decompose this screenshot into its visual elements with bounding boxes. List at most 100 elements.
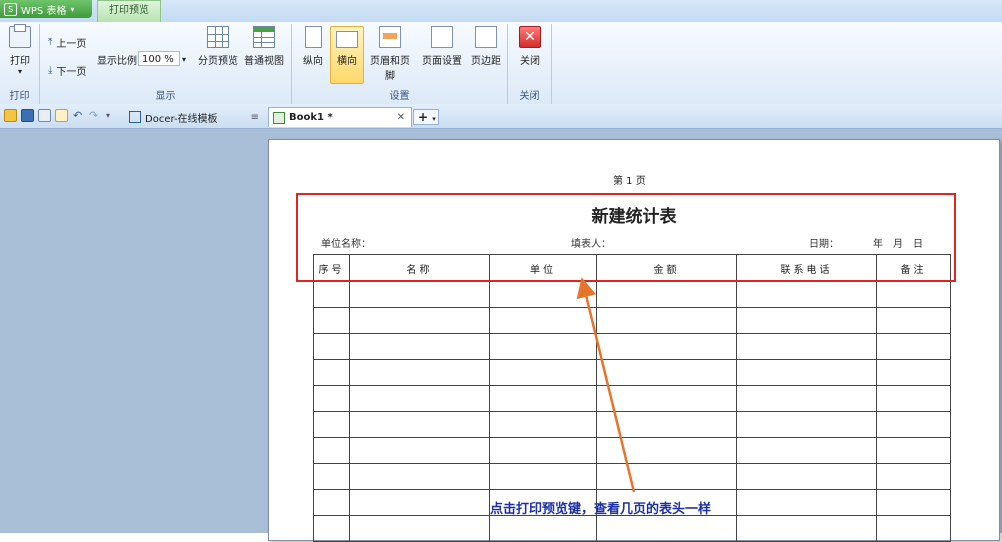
- table-cell: [313, 333, 350, 360]
- page-number: 第 1 页: [613, 176, 646, 187]
- table-row: [313, 463, 951, 490]
- display-group: ⤒ 上一页 ⤓ 下一页 显示比例: 100 % ▾ 分页预览 普通视图 显示: [40, 24, 292, 104]
- header-footer-label: 页眉和页脚: [370, 56, 410, 82]
- table-cell: [876, 463, 951, 490]
- print-button[interactable]: 打印 ▾: [3, 24, 37, 76]
- table-cell: [876, 307, 951, 334]
- table-cell: [349, 307, 490, 334]
- tab-docer-templates[interactable]: Docer-在线模板 ≡: [125, 107, 265, 127]
- table-cell: [736, 489, 877, 516]
- margins-button[interactable]: 页边距: [468, 26, 504, 67]
- table-cell: [596, 385, 737, 412]
- redo-icon[interactable]: ↷: [89, 109, 102, 122]
- tab-print-preview[interactable]: 打印预览: [97, 0, 161, 22]
- open-folder-icon[interactable]: [4, 109, 17, 122]
- table-cell: [349, 515, 490, 542]
- close-tab-icon[interactable]: ✕: [397, 112, 405, 123]
- arrow-down-icon: ⤓: [48, 64, 53, 76]
- table-cell: [349, 411, 490, 438]
- table-cell: [736, 359, 877, 386]
- table-cell: [313, 359, 350, 386]
- table-cell: [596, 463, 737, 490]
- close-preview-button[interactable]: ✕ 关闭: [513, 26, 547, 67]
- portrait-button[interactable]: 纵向: [296, 26, 330, 67]
- table-row: [313, 307, 951, 334]
- undo-icon[interactable]: ↶: [73, 109, 86, 122]
- table-cell: [876, 437, 951, 464]
- normal-view-label: 普通视图: [244, 56, 284, 67]
- table-cell: [596, 437, 737, 464]
- landscape-button[interactable]: 横向: [330, 26, 364, 84]
- preview-workspace: 第 1 页 新建统计表 单位名称： 填表人： 日期： 年 月 日 序号 名称 单…: [0, 129, 1002, 542]
- zoom-input[interactable]: 100 %: [138, 51, 180, 66]
- next-page-button[interactable]: ⤓ 下一页: [48, 62, 86, 78]
- table-cell: [313, 489, 350, 516]
- page-setup-label: 页面设置: [422, 56, 462, 67]
- chevron-down-icon: ▾: [70, 4, 75, 14]
- page-setup-icon: [431, 26, 456, 50]
- table-cell: [349, 463, 490, 490]
- app-menu-button[interactable]: S WPS 表格 ▾: [0, 0, 92, 18]
- prev-page-button[interactable]: ⤒ 上一页: [48, 34, 86, 50]
- page-break-preview-label: 分页预览: [198, 56, 238, 67]
- landscape-page-icon: [336, 31, 358, 48]
- table-cell: [349, 489, 490, 516]
- table-row: [313, 333, 951, 360]
- table-cell: [489, 359, 597, 386]
- quick-access-dropdown-icon[interactable]: ▾: [106, 109, 119, 122]
- zoom-dropdown-icon[interactable]: ▾: [182, 51, 186, 67]
- table-cell: [876, 515, 951, 542]
- table-cell: [313, 515, 350, 542]
- margins-label: 页边距: [471, 56, 501, 67]
- header-footer-button[interactable]: 页眉和页脚: [366, 26, 414, 82]
- print-icon[interactable]: [38, 109, 51, 122]
- table-cell: [489, 411, 597, 438]
- table-cell: [596, 281, 737, 308]
- new-tab-button[interactable]: + ▾: [413, 109, 439, 125]
- table-cell: [736, 463, 877, 490]
- page-setup-button[interactable]: 页面设置: [420, 26, 464, 67]
- spreadsheet-icon: [273, 111, 285, 124]
- table-cell: [876, 411, 951, 438]
- tab-book1[interactable]: Book1 * ✕: [268, 107, 412, 127]
- close-preview-label: 关闭: [520, 56, 540, 67]
- normal-view-button[interactable]: 普通视图: [242, 26, 286, 67]
- portrait-page-icon: [304, 26, 322, 48]
- save-icon[interactable]: [21, 109, 34, 122]
- table-cell: [349, 333, 490, 360]
- print-button-label: 打印: [10, 56, 30, 67]
- prev-page-label: 上一页: [56, 38, 87, 50]
- next-page-label: 下一页: [56, 66, 87, 78]
- chevron-down-icon: ▾: [17, 67, 22, 76]
- arrow-up-icon: ⤒: [48, 36, 53, 48]
- table-cell: [596, 515, 737, 542]
- table-cell: [596, 359, 737, 386]
- table-cell: [489, 515, 597, 542]
- close-icon: ✕: [519, 26, 541, 48]
- zoom-label: 显示比例:: [97, 55, 141, 67]
- table-cell: [313, 463, 350, 490]
- table-cell: [876, 359, 951, 386]
- page-break-preview-button[interactable]: 分页预览: [196, 26, 240, 67]
- table-cell: [876, 385, 951, 412]
- table-cell: [313, 411, 350, 438]
- table-cell: [876, 489, 951, 516]
- table-cell: [489, 463, 597, 490]
- landscape-label: 横向: [337, 56, 357, 67]
- table-row: [313, 359, 951, 386]
- header-highlight-box: [296, 193, 956, 282]
- table-cell: [313, 385, 350, 412]
- title-bar: S WPS 表格 ▾ 打印预览: [0, 0, 1002, 23]
- docer-icon: [129, 111, 141, 123]
- portrait-label: 纵向: [303, 56, 323, 67]
- tab-menu-icon[interactable]: ≡: [251, 112, 259, 123]
- table-cell: [489, 437, 597, 464]
- table-cell: [736, 333, 877, 360]
- table-cell: [349, 359, 490, 386]
- print-preview-icon[interactable]: [55, 109, 68, 122]
- table-cell: [313, 281, 350, 308]
- display-group-label: 显示: [155, 91, 176, 102]
- margins-icon: [475, 26, 497, 48]
- table-cell: [596, 411, 737, 438]
- page-break-icon: [207, 26, 229, 48]
